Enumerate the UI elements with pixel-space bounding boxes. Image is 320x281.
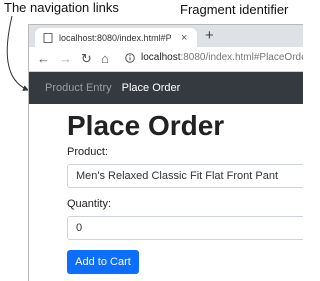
browser-window: localhost:8080/index.html#Place × + ← → … [28, 24, 303, 281]
nav-link-place-order[interactable]: Place Order [122, 82, 181, 94]
address-bar[interactable]: localhost:8080/index.html#PlaceOrder [141, 52, 303, 63]
close-icon[interactable]: × [181, 32, 187, 44]
annotation-nav-links: The navigation links [4, 0, 119, 15]
reload-icon[interactable]: ↻ [81, 51, 92, 67]
url-host: localhost [141, 52, 181, 63]
annotation-fragment-identifier: Fragment identifier [180, 2, 289, 17]
url-path: :8080/index.html#PlaceOrder [180, 52, 303, 63]
nav-links-arrow [6, 15, 29, 91]
tab-title: localhost:8080/index.html#Place [59, 32, 171, 43]
info-icon[interactable] [125, 53, 135, 63]
new-tab-button[interactable]: + [205, 27, 214, 44]
home-icon[interactable]: ⌂ [101, 51, 109, 66]
browser-tab[interactable]: localhost:8080/index.html#Place × [35, 28, 197, 47]
forward-icon[interactable]: → [59, 51, 72, 66]
tab-strip: localhost:8080/index.html#Place × + [29, 25, 303, 47]
nav-link-product-entry[interactable]: Product Entry [45, 82, 112, 94]
main-content: Place Order Product: Men's Relaxed Class… [29, 110, 303, 274]
product-label: Product: [67, 146, 108, 158]
page-title: Place Order [67, 110, 225, 141]
back-icon[interactable]: ← [37, 51, 50, 66]
page-icon [43, 32, 53, 43]
add-to-cart-button[interactable]: Add to Cart [67, 250, 139, 274]
browser-toolbar: ← → ↻ ⌂ localhost:8080/index.html#PlaceO… [29, 47, 303, 72]
app-navbar: Product Entry Place Order [29, 72, 303, 104]
quantity-input[interactable]: 0 [67, 216, 303, 240]
quantity-label: Quantity: [67, 198, 112, 210]
product-select[interactable]: Men's Relaxed Classic Fit Flat Front Pan… [67, 164, 303, 188]
